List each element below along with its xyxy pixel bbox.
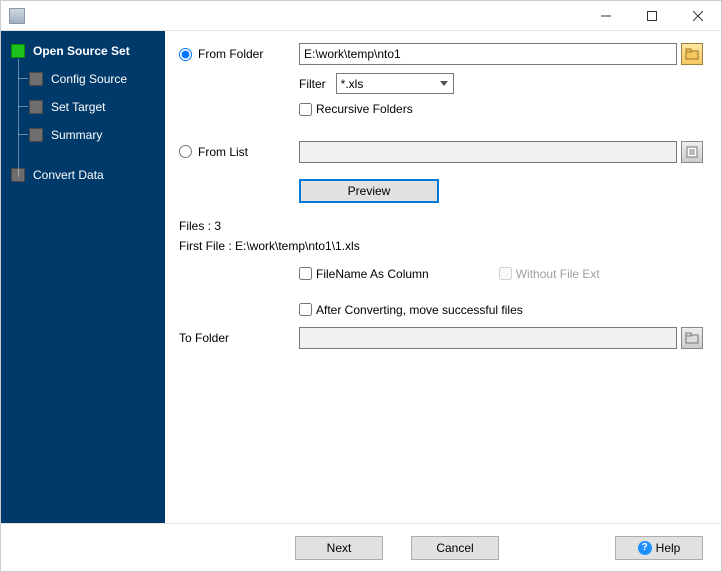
step-icon [29,72,43,86]
folder-icon [685,332,699,344]
sidebar-item-config-source[interactable]: Config Source [1,65,165,93]
without-file-ext-checkbox-label: Without File Ext [499,267,600,281]
sidebar-item-summary[interactable]: Summary [1,121,165,149]
without-file-ext-label: Without File Ext [516,267,600,281]
sidebar-item-label: Config Source [51,72,127,86]
recursive-folders-label: Recursive Folders [316,102,413,116]
from-list-radio-label[interactable]: From List [179,145,248,159]
first-file-text: First File : E:\work\temp\nto1\1.xls [179,239,703,253]
from-list-radio[interactable] [179,145,192,158]
recursive-folders-checkbox[interactable] [299,103,312,116]
step-icon [29,128,43,142]
sidebar-item-set-target[interactable]: Set Target [1,93,165,121]
after-converting-checkbox[interactable] [299,303,312,316]
filename-as-column-label: FileName As Column [316,267,429,281]
after-converting-label: After Converting, move successful files [316,303,523,317]
browse-folder-button[interactable] [681,43,703,65]
sidebar-item-convert-data[interactable]: Convert Data [1,161,165,189]
next-button[interactable]: Next [295,536,383,560]
after-converting-checkbox-label[interactable]: After Converting, move successful files [299,303,523,317]
sidebar-item-label: Summary [51,128,102,142]
maximize-button[interactable] [629,1,675,31]
sidebar-item-label: Convert Data [33,168,104,182]
recursive-folders-checkbox-label[interactable]: Recursive Folders [299,102,413,116]
preview-button-label: Preview [348,184,391,198]
from-list-label: From List [198,145,248,159]
cancel-button[interactable]: Cancel [411,536,499,560]
next-button-label: Next [327,541,352,555]
from-folder-input[interactable] [299,43,677,65]
files-count-text: Files : 3 [179,219,703,233]
wizard-steps-sidebar: Open Source Set Config Source Set Target… [1,31,165,523]
sidebar-item-label: Set Target [51,100,105,114]
from-folder-radio-label[interactable]: From Folder [179,47,263,61]
help-icon: ? [638,541,652,555]
sidebar-item-label: Open Source Set [33,44,130,58]
app-icon [9,8,25,24]
filter-select[interactable]: *.xls [336,73,454,94]
file-list-icon [686,146,698,158]
cancel-button-label: Cancel [436,541,473,555]
folder-open-icon [685,48,699,60]
filter-value: *.xls [341,77,364,91]
help-button[interactable]: ? Help [615,536,703,560]
to-folder-input [299,327,677,349]
to-folder-label: To Folder [179,331,229,345]
preview-button[interactable]: Preview [299,179,439,203]
browse-to-folder-button[interactable] [681,327,703,349]
from-list-input [299,141,677,163]
help-button-label: Help [656,541,681,555]
from-folder-label: From Folder [198,47,263,61]
close-button[interactable] [675,1,721,31]
step-icon-active [11,44,25,58]
step-icon [29,100,43,114]
sidebar-item-open-source-set[interactable]: Open Source Set [1,37,165,65]
filter-label: Filter [299,77,326,91]
browse-list-button[interactable] [681,141,703,163]
filename-as-column-checkbox-label[interactable]: FileName As Column [299,267,429,281]
filename-as-column-checkbox[interactable] [299,267,312,280]
without-file-ext-checkbox [499,267,512,280]
from-folder-radio[interactable] [179,48,192,61]
minimize-button[interactable] [583,1,629,31]
